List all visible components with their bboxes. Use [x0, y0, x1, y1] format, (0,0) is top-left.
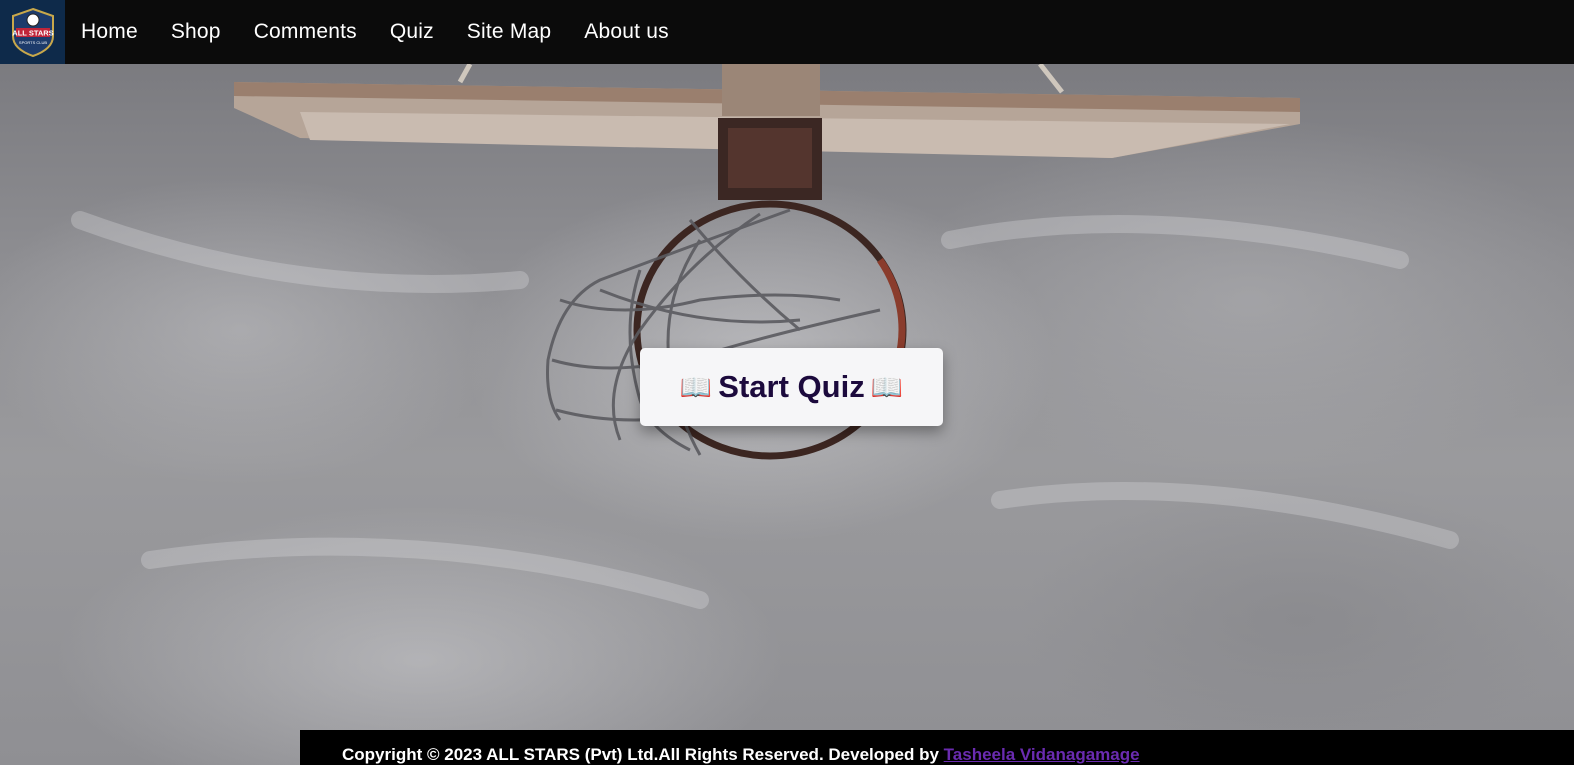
nav-comments-link[interactable]: Comments	[254, 20, 357, 44]
developer-link[interactable]: Tasheela Vidanagamage	[944, 745, 1140, 764]
nav-home-link[interactable]: Home	[81, 20, 138, 44]
logo-subtext: SPORTS CLUB	[18, 40, 46, 45]
all-stars-logo[interactable]: ALL STARS SPORTS CLUB	[0, 0, 65, 64]
nav-about-us-link[interactable]: About us	[584, 20, 669, 44]
copyright-text: Copyright © 2023 ALL STARS (Pvt) Ltd.All…	[342, 745, 939, 764]
book-icon: 📖	[679, 372, 713, 402]
nav-links: Home Shop Comments Quiz Site Map About u…	[81, 20, 702, 44]
footer: Copyright © 2023 ALL STARS (Pvt) Ltd.All…	[300, 730, 1574, 765]
footer-copyright: Copyright © 2023 ALL STARS (Pvt) Ltd.All…	[342, 745, 1140, 765]
nav-shop-link[interactable]: Shop	[171, 20, 221, 44]
start-quiz-label: Start Quiz	[718, 369, 865, 404]
nav-quiz-link[interactable]: Quiz	[390, 20, 434, 44]
start-quiz-button[interactable]: 📖 Start Quiz 📖	[640, 348, 943, 426]
top-navbar: ALL STARS SPORTS CLUB Home Shop Comments…	[0, 0, 1574, 64]
nav-site-map-link[interactable]: Site Map	[467, 20, 551, 44]
logo-text: ALL STARS	[12, 29, 53, 38]
logo-shield-icon: ALL STARS SPORTS CLUB	[11, 7, 54, 58]
book-icon: 📖	[870, 372, 904, 402]
